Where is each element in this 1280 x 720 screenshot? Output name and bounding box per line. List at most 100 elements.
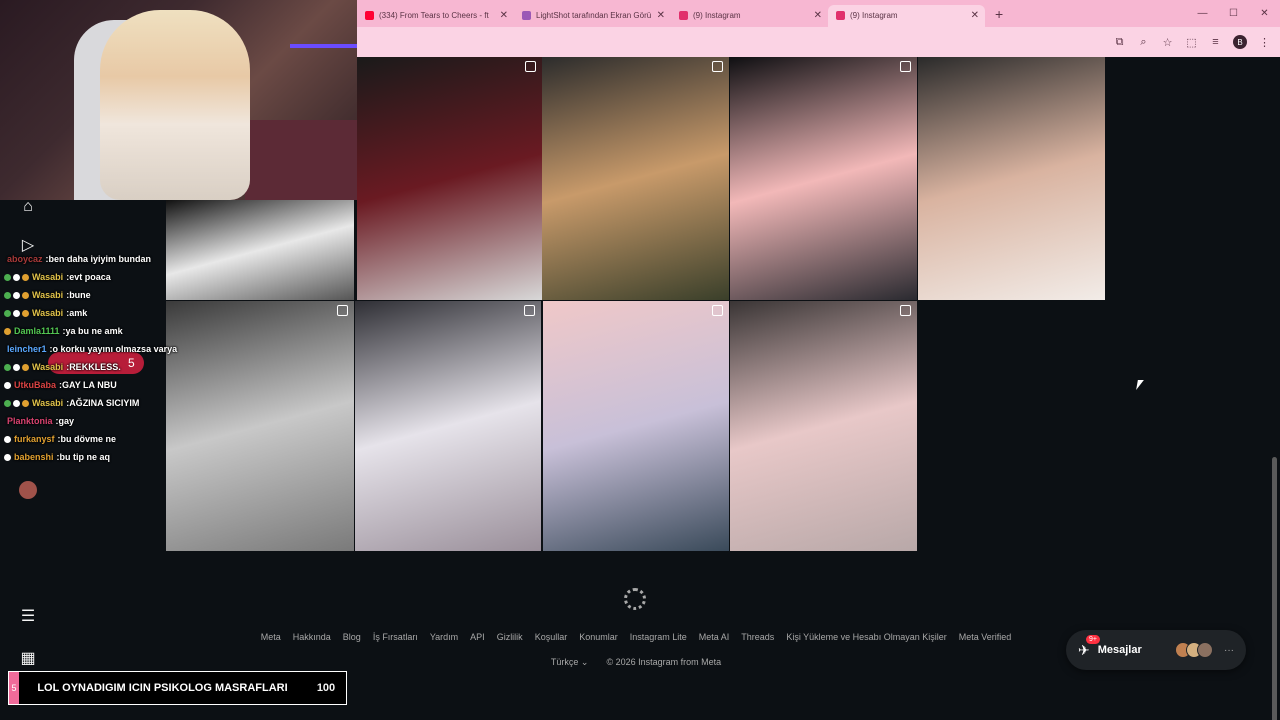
bookmark-star-icon[interactable]: ☆: [1161, 36, 1174, 49]
tab-title: (9) Instagram: [693, 11, 741, 20]
footer-link[interactable]: Konumlar: [579, 632, 618, 642]
footer-link[interactable]: Koşullar: [535, 632, 568, 642]
chat-username[interactable]: Wasabi: [32, 362, 63, 372]
language-selector[interactable]: Türkçe ⌄: [551, 657, 589, 668]
browser-tab[interactable]: (334) From Tears to Cheers - ft ✕: [357, 5, 514, 27]
chat-username[interactable]: aboycaz: [7, 254, 43, 264]
browser-tab-active[interactable]: (9) Instagram ✕: [828, 4, 985, 27]
chat-badge-icon: [22, 273, 29, 281]
footer-link[interactable]: Threads: [741, 632, 774, 642]
chat-text: ya bu ne amk: [65, 326, 123, 336]
chat-badges: [4, 273, 29, 281]
chat-text: o korku yayını olmazsa varya: [52, 344, 178, 354]
post-mirror-dress[interactable]: [355, 301, 541, 551]
close-window-button[interactable]: ✕: [1249, 8, 1280, 19]
profile-avatar-icon[interactable]: [17, 481, 39, 503]
footer-link[interactable]: API: [470, 632, 485, 642]
scrollbar-thumb[interactable]: [1272, 457, 1277, 720]
footer-link[interactable]: Meta: [261, 632, 281, 642]
chat-username[interactable]: Wasabi: [32, 398, 63, 408]
chat-message: Wasabi: REKKLESS.: [4, 358, 219, 376]
profile-avatar[interactable]: B: [1233, 35, 1247, 49]
chat-text: REKKLESS.: [69, 362, 121, 372]
post-mirror-pink[interactable]: [730, 301, 917, 551]
chat-badge-icon: [22, 291, 29, 299]
chat-badges: [4, 435, 11, 443]
chat-username[interactable]: Wasabi: [32, 290, 63, 300]
chat-message: furkanysf: bu dövme ne: [4, 430, 219, 448]
apps-icon[interactable]: ▦: [17, 648, 39, 670]
post-wine[interactable]: [357, 57, 542, 300]
chat-message: UtkuBaba: GAY LA NBU: [4, 376, 219, 394]
messages-button[interactable]: ✈ 9+ Mesajlar ···: [1066, 630, 1246, 670]
footer-link[interactable]: Gizlilik: [497, 632, 523, 642]
carousel-icon: [900, 305, 911, 316]
extensions-icon[interactable]: ⬚: [1185, 36, 1198, 49]
chat-username[interactable]: UtkuBaba: [14, 380, 56, 390]
post-sunset-sea[interactable]: [543, 301, 729, 551]
footer-link[interactable]: İş Fırsatları: [373, 632, 418, 642]
footer-link[interactable]: Kişi Yükleme ve Hesabı Olmayan Kişiler: [786, 632, 946, 642]
carousel-icon: [900, 61, 911, 72]
stream-chat: aboycaz: ben daha iyiyim bundan Wasabi: e…: [4, 250, 219, 466]
youtube-favicon-icon: [365, 11, 374, 20]
chevron-down-icon: ⌄: [580, 657, 589, 667]
footer-link[interactable]: Meta Verified: [959, 632, 1012, 642]
maximize-button[interactable]: ☐: [1218, 8, 1249, 19]
chat-badge-icon: [22, 309, 29, 317]
footer-link[interactable]: Meta AI: [699, 632, 730, 642]
goal-text: LOL OYNADIGIM ICIN PSIKOLOG MASRAFLARI: [37, 681, 288, 694]
menu-icon[interactable]: ⋮: [1258, 36, 1271, 49]
reading-list-icon[interactable]: ≡: [1209, 36, 1222, 48]
chat-username[interactable]: furkanysf: [14, 434, 55, 444]
chat-username[interactable]: Planktonia: [7, 416, 53, 426]
chat-username[interactable]: leincher1: [7, 344, 47, 354]
chat-badge-icon: [4, 273, 11, 281]
chat-message: babenshi: bu tip ne aq: [4, 448, 219, 466]
chat-badge-icon: [4, 327, 11, 335]
footer-link[interactable]: Yardım: [430, 632, 458, 642]
chat-badge-icon: [4, 435, 11, 443]
close-tab-icon[interactable]: ✕: [500, 10, 508, 21]
post-perfume[interactable]: [730, 57, 917, 300]
chat-username[interactable]: Wasabi: [32, 308, 63, 318]
browser-tab[interactable]: (9) Instagram ✕: [671, 5, 828, 27]
footer-link[interactable]: Blog: [343, 632, 361, 642]
chat-username[interactable]: Wasabi: [32, 272, 63, 282]
close-tab-icon[interactable]: ✕: [657, 10, 665, 21]
chat-message: Planktonia: gay: [4, 412, 219, 430]
loading-spinner-icon: [624, 588, 646, 610]
window-controls: — ☐ ✕: [1187, 8, 1280, 19]
browser-tab[interactable]: LightShot tarafından Ekran Görü ✕: [514, 5, 671, 27]
menu-icon[interactable]: ☰: [17, 606, 39, 628]
footer-link[interactable]: Hakkında: [293, 632, 331, 642]
footer-link[interactable]: Instagram Lite: [630, 632, 687, 642]
home-icon[interactable]: ⌂: [17, 196, 39, 218]
webcam-overlay: [0, 0, 357, 200]
chat-username[interactable]: babenshi: [14, 452, 54, 462]
page-scrollbar[interactable]: [1268, 57, 1280, 720]
chat-text: AĞZINA SICIYIM: [69, 398, 140, 408]
tab-title: LightShot tarafından Ekran Görü: [536, 11, 652, 20]
zoom-icon[interactable]: ⌕: [1137, 36, 1150, 49]
chat-badge-icon: [4, 291, 11, 299]
goal-current: 5: [9, 672, 19, 704]
chat-badge-icon: [4, 381, 11, 389]
chat-badges: [4, 381, 11, 389]
chat-username[interactable]: Damla1111: [14, 326, 60, 336]
chat-badge-icon: [22, 363, 29, 371]
install-icon[interactable]: ⧉: [1113, 36, 1126, 49]
chat-text: amk: [69, 308, 88, 318]
minimize-button[interactable]: —: [1187, 8, 1218, 19]
post-portrait[interactable]: [918, 57, 1105, 300]
messages-label: Mesajlar: [1097, 644, 1142, 656]
message-avatars: [1175, 642, 1213, 658]
tab-title: (9) Instagram: [850, 11, 898, 20]
post-selfie-bed[interactable]: [542, 57, 729, 300]
close-tab-icon[interactable]: ✕: [971, 10, 979, 21]
new-tab-button[interactable]: +: [985, 6, 1013, 22]
avatar: [1197, 642, 1213, 658]
tab-title: (334) From Tears to Cheers - ft: [379, 11, 489, 20]
close-tab-icon[interactable]: ✕: [814, 10, 822, 21]
chat-badge-icon: [4, 399, 11, 407]
